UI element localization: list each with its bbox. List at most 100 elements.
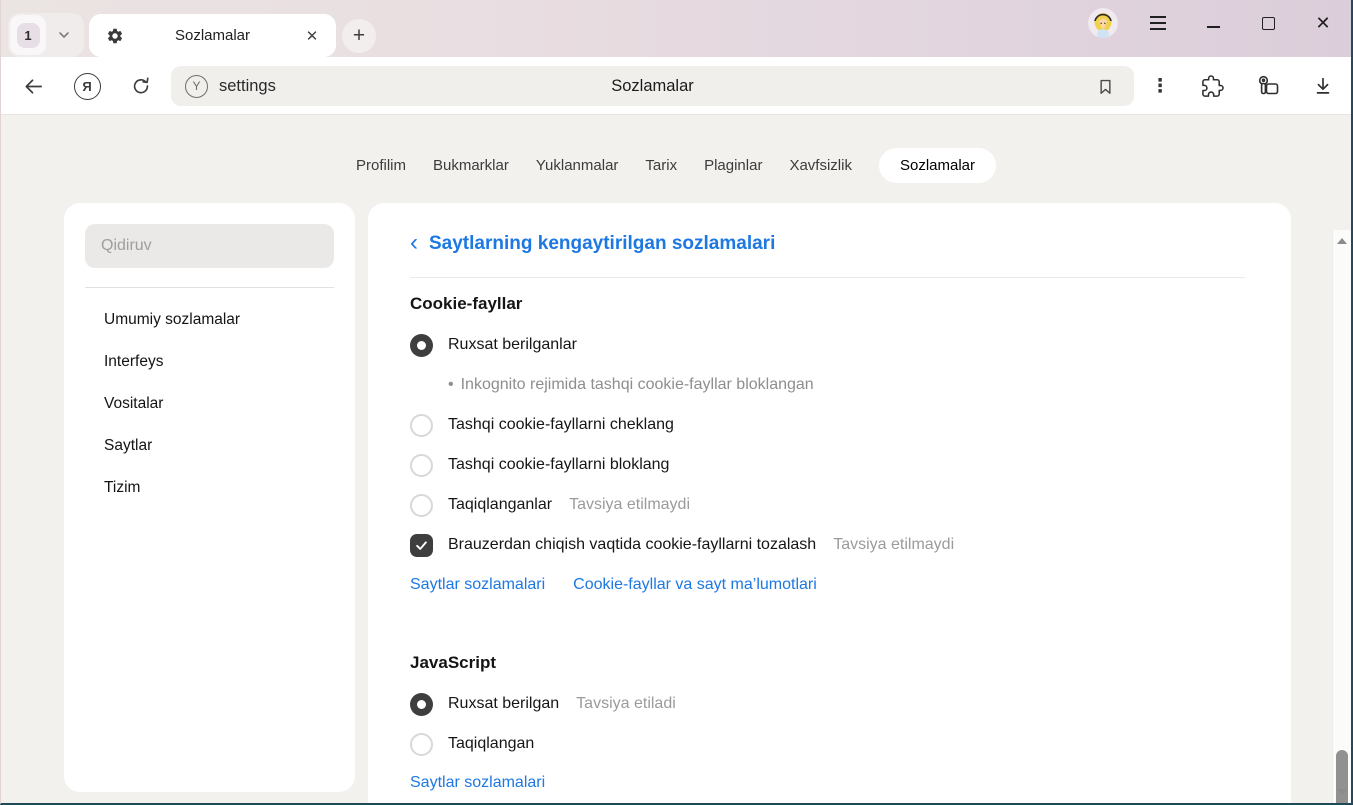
tab-close-icon[interactable]: ✕ xyxy=(301,25,323,47)
minimize-icon xyxy=(1207,26,1220,28)
gear-icon xyxy=(106,27,124,45)
radio-taqiqlanganlar[interactable]: Taqiqlanganlar Tavsiya etilmaydi xyxy=(410,485,1245,525)
incognito-note: • Inkognito rejimida tashqi cookie-fayll… xyxy=(410,365,1245,405)
maximize-icon xyxy=(1262,17,1275,30)
browser-window: 1 Sozlamalar ✕ + xyxy=(0,0,1353,805)
scroll-down-arrow[interactable] xyxy=(1337,789,1347,795)
close-icon: ✕ xyxy=(1315,13,1330,34)
option-hint: Tavsiya etiladi xyxy=(576,695,676,713)
section-back-title: Saytlarning kengaytirilgan sozlamalari xyxy=(429,233,775,255)
window-minimize-button[interactable] xyxy=(1200,10,1226,36)
download-icon xyxy=(1312,75,1334,97)
link-cookie-sayt-malumotlari[interactable]: Cookie-fayllar va sayt ma’lumotlari xyxy=(573,576,817,594)
javascript-links-row: Saytlar sozlamalari xyxy=(410,771,1245,795)
bookmark-button[interactable] xyxy=(1090,71,1120,101)
radio-js-ruxsat-berilgan[interactable]: Ruxsat berilgan Tavsiya etiladi xyxy=(410,684,1245,724)
plus-icon: + xyxy=(353,24,365,48)
window-maximize-button[interactable] xyxy=(1255,10,1281,36)
nav-tab-plaginlar[interactable]: Plaginlar xyxy=(704,148,762,183)
reload-button[interactable] xyxy=(123,68,159,104)
sidebar-divider xyxy=(85,287,334,288)
page-title: Sozlamalar xyxy=(171,77,1134,96)
cookie-links-row: Saytlar sozlamalari Cookie-fayllar va sa… xyxy=(410,573,1245,597)
tab-count-badge: 1 xyxy=(17,23,40,48)
bullet-icon: • xyxy=(448,376,454,394)
protect-icon[interactable]: Y xyxy=(185,75,208,98)
radio-unselected-icon[interactable] xyxy=(410,733,433,756)
yandex-home-button[interactable]: Я xyxy=(69,68,105,104)
user-avatar[interactable] xyxy=(1088,8,1118,38)
link-saytlar-sozlamalari[interactable]: Saytlar sozlamalari xyxy=(410,576,545,594)
advanced-site-settings-back-link[interactable]: ‹ Saytlarning kengaytirilgan sozlamalari xyxy=(410,233,1245,255)
nav-tab-xavfsizlik[interactable]: Xavfsizlik xyxy=(789,148,852,183)
tab-group: 1 xyxy=(8,13,84,57)
extensions-button[interactable] xyxy=(1194,68,1230,104)
radio-selected-icon[interactable] xyxy=(410,693,433,716)
vertical-dots-icon: ⋮ xyxy=(1151,75,1170,98)
option-label: Tashqi cookie-fayllarni bloklang xyxy=(448,456,669,474)
settings-nav-tabs: Profilim Bukmarklar Yuklanmalar Tarix Pl… xyxy=(1,148,1351,183)
radio-js-taqiqlangan[interactable]: Taqiqlangan xyxy=(410,724,1245,764)
browser-tab-sozlamalar[interactable]: Sozlamalar ✕ xyxy=(89,14,336,57)
option-label: Ruxsat berilgan xyxy=(448,695,559,713)
tab-list-chevron-button[interactable] xyxy=(46,15,82,55)
tab-strip: 1 Sozlamalar ✕ + xyxy=(1,0,1351,57)
radio-unselected-icon[interactable] xyxy=(410,414,433,437)
passwords-cards-button[interactable] xyxy=(1250,68,1286,104)
address-bar[interactable]: Y settings Sozlamalar xyxy=(171,66,1134,106)
sidebar-item-interfeys[interactable]: Interfeys xyxy=(64,341,355,383)
settings-page: Profilim Bukmarklar Yuklanmalar Tarix Pl… xyxy=(1,115,1351,803)
sidebar-items: Umumiy sozlamalar Interfeys Vositalar Sa… xyxy=(64,299,355,509)
sidebar-item-tizim[interactable]: Tizim xyxy=(64,467,355,509)
window-close-button[interactable]: ✕ xyxy=(1310,10,1336,36)
settings-sidebar: Umumiy sozlamalar Interfeys Vositalar Sa… xyxy=(64,203,355,792)
radio-unselected-icon[interactable] xyxy=(410,494,433,517)
option-label: Taqiqlanganlar xyxy=(448,496,552,514)
note-text: Inkognito rejimida tashqi cookie-fayllar… xyxy=(461,376,814,394)
option-label: Taqiqlangan xyxy=(448,735,534,753)
radio-tashqi-cheklang[interactable]: Tashqi cookie-fayllarni cheklang xyxy=(410,405,1245,445)
chevron-down-icon xyxy=(56,27,72,43)
option-hint: Tavsiya etilmaydi xyxy=(833,536,954,554)
downloads-button[interactable] xyxy=(1305,68,1341,104)
nav-tab-bukmarklar[interactable]: Bukmarklar xyxy=(433,148,509,183)
toolbar-overflow-button[interactable]: ⋮ xyxy=(1142,68,1178,104)
new-tab-button[interactable]: + xyxy=(342,19,376,53)
bookmark-icon xyxy=(1096,77,1115,96)
settings-main-panel: ‹ Saytlarning kengaytirilgan sozlamalari… xyxy=(368,203,1291,805)
sidebar-item-saytlar[interactable]: Saytlar xyxy=(64,425,355,467)
option-label: Brauzerdan chiqish vaqtida cookie-faylla… xyxy=(448,536,816,554)
radio-ruxsat-berilganlar[interactable]: Ruxsat berilganlar xyxy=(410,325,1245,365)
avatar-image xyxy=(1088,8,1118,38)
cookie-section-title: Cookie-fayllar xyxy=(410,294,1245,316)
tab-title: Sozlamalar xyxy=(124,27,301,44)
yandex-logo-icon: Я xyxy=(74,73,101,100)
nav-tab-yuklanmalar[interactable]: Yuklanmalar xyxy=(536,148,619,183)
link-saytlar-sozlamalari[interactable]: Saytlar sozlamalari xyxy=(410,774,545,792)
page-scrollbar[interactable] xyxy=(1332,230,1351,803)
nav-tab-profilim[interactable]: Profilim xyxy=(356,148,406,183)
javascript-section-title: JavaScript xyxy=(410,653,1245,675)
radio-unselected-icon[interactable] xyxy=(410,454,433,477)
chevron-left-icon: ‹ xyxy=(410,233,418,253)
sidebar-item-umumiy-sozlamalar[interactable]: Umumiy sozlamalar xyxy=(64,299,355,341)
scrollbar-thumb[interactable] xyxy=(1336,750,1348,805)
nav-tab-sozlamalar[interactable]: Sozlamalar xyxy=(879,148,996,183)
browser-menu-button[interactable] xyxy=(1145,10,1171,36)
key-card-icon xyxy=(1256,74,1280,98)
checkbox-checked-icon[interactable] xyxy=(410,534,433,557)
checkbox-clear-cookies-on-exit[interactable]: Brauzerdan chiqish vaqtida cookie-faylla… xyxy=(410,525,1245,565)
hamburger-icon xyxy=(1150,16,1166,29)
nav-tab-tarix[interactable]: Tarix xyxy=(645,148,677,183)
radio-tashqi-bloklang[interactable]: Tashqi cookie-fayllarni bloklang xyxy=(410,445,1245,485)
url-text: settings xyxy=(219,77,276,96)
search-input[interactable] xyxy=(85,224,334,268)
reload-icon xyxy=(130,75,152,97)
option-label: Ruxsat berilganlar xyxy=(448,336,577,354)
scroll-up-arrow[interactable] xyxy=(1337,238,1347,244)
back-button[interactable] xyxy=(15,68,51,104)
tab-count-button[interactable]: 1 xyxy=(10,15,46,55)
sidebar-item-vositalar[interactable]: Vositalar xyxy=(64,383,355,425)
puzzle-icon xyxy=(1201,75,1224,98)
radio-selected-icon[interactable] xyxy=(410,334,433,357)
